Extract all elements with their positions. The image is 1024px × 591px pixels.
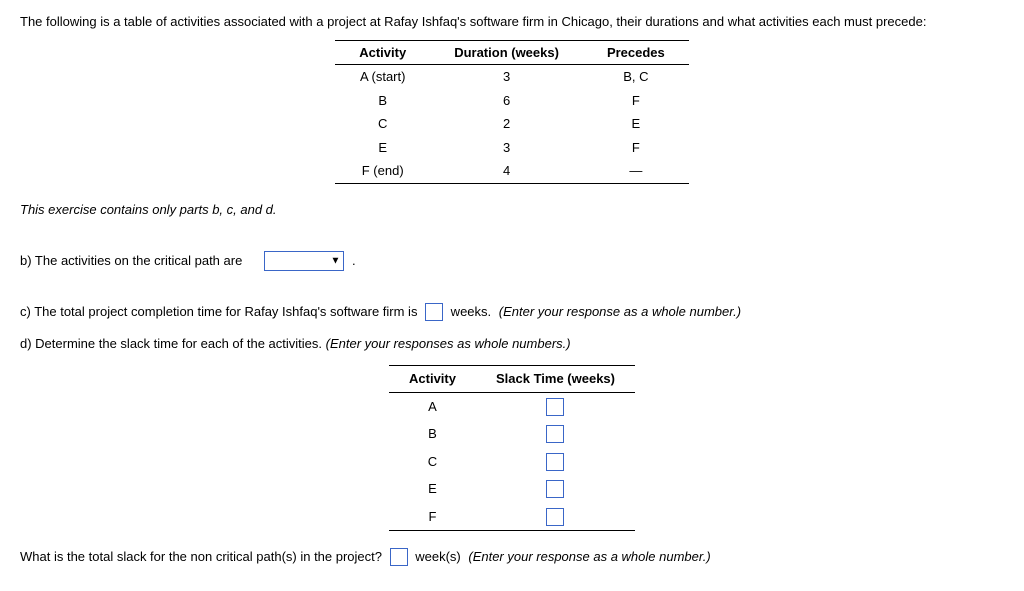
total-slack-input[interactable] <box>390 548 408 566</box>
table-header: Slack Time (weeks) <box>476 366 635 393</box>
table-row: E3F <box>335 136 689 160</box>
part-d-hint: (Enter your responses as whole numbers.) <box>326 336 571 351</box>
part-c-text: c) The total project completion time for… <box>20 302 421 322</box>
critical-path-dropdown[interactable] <box>264 251 344 271</box>
slack-a-input[interactable] <box>546 398 564 416</box>
table-row: B <box>389 420 635 448</box>
table-header: Precedes <box>583 40 689 65</box>
table-row: F <box>389 503 635 531</box>
table-row: F (end)4— <box>335 159 689 183</box>
table-row: C2E <box>335 112 689 136</box>
part-b-post: . <box>348 251 355 271</box>
part-c: c) The total project completion time for… <box>20 302 1004 322</box>
slack-f-input[interactable] <box>546 508 564 526</box>
table-row: A (start)3B, C <box>335 65 689 89</box>
part-d-text: d) Determine the slack time for each of … <box>20 336 326 351</box>
part-d: d) Determine the slack time for each of … <box>20 334 1004 354</box>
slack-c-input[interactable] <box>546 453 564 471</box>
table-header: Activity <box>335 40 430 65</box>
intro-text: The following is a table of activities a… <box>20 12 1004 32</box>
part-b-text: b) The activities on the critical path a… <box>20 251 246 271</box>
table-row: B6F <box>335 89 689 113</box>
final-question: What is the total slack for the non crit… <box>20 547 1004 567</box>
final-hint: (Enter your response as a whole number.) <box>468 547 710 567</box>
table-row: C <box>389 448 635 476</box>
slack-b-input[interactable] <box>546 425 564 443</box>
slack-e-input[interactable] <box>546 480 564 498</box>
part-c-hint: (Enter your response as a whole number.) <box>499 302 741 322</box>
final-post: week(s) <box>412 547 465 567</box>
table-header: Duration (weeks) <box>430 40 583 65</box>
part-c-post: weeks. <box>447 302 495 322</box>
exercise-note: This exercise contains only parts b, c, … <box>20 200 1004 220</box>
slack-table: Activity Slack Time (weeks) A B C E F <box>389 365 635 531</box>
final-text: What is the total slack for the non crit… <box>20 547 386 567</box>
table-row: E <box>389 475 635 503</box>
table-header: Activity <box>389 366 476 393</box>
completion-time-input[interactable] <box>425 303 443 321</box>
table-row: A <box>389 392 635 420</box>
part-b: b) The activities on the critical path a… <box>20 231 1004 290</box>
activity-table: Activity Duration (weeks) Precedes A (st… <box>335 40 689 184</box>
